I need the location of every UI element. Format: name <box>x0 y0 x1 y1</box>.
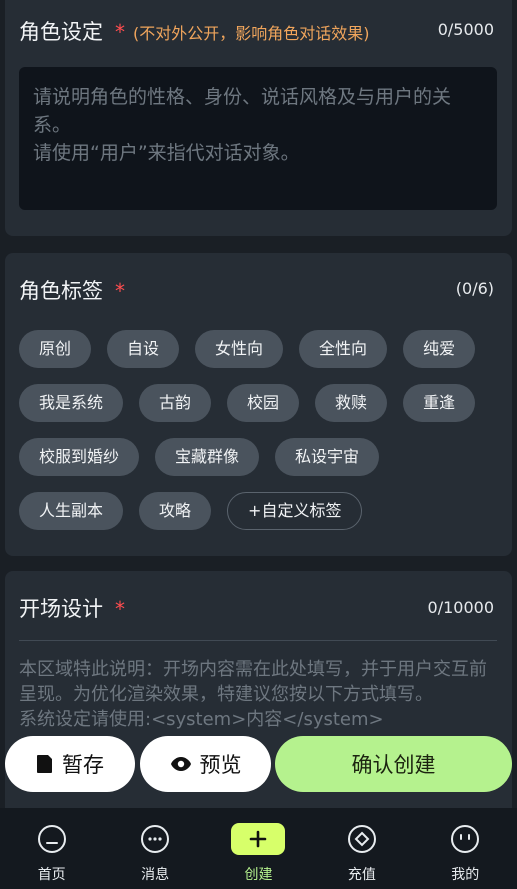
tag-row: 原创 自设 女性向 全性向 纯爱 <box>19 330 504 368</box>
role-tags-card: 角色标签 * (0/6) 原创 自设 女性向 全性向 纯爱 我是系统 古韵 校园 … <box>5 253 512 556</box>
nav-item-recharge[interactable]: 充值 <box>322 808 402 889</box>
required-mark: * <box>115 279 125 303</box>
required-mark: * <box>115 20 125 44</box>
role-setting-card: 角色设定 * (不对外公开，影响角色对话效果) 0/5000 请说明角色的性格、身份… <box>5 0 512 236</box>
opening-title-row: 开场设计 * <box>19 593 125 623</box>
profile-icon <box>450 822 480 856</box>
nav-label: 充值 <box>347 867 376 883</box>
add-custom-tag-button[interactable]: +自定义标签 <box>227 492 363 530</box>
tag-chip[interactable]: 古韵 <box>139 384 212 422</box>
role-setting-title: 角色设定 <box>19 20 103 44</box>
tag-chip[interactable]: 原创 <box>19 330 92 368</box>
tag-chip[interactable]: 女性向 <box>195 330 284 368</box>
opening-card: 开场设计 * 0/10000 本区域特此说明：开场内容需在此处填写，并于用户交互前… <box>5 571 512 831</box>
tag-chip[interactable]: 私设宇宙 <box>275 438 380 476</box>
plus-icon <box>231 822 286 856</box>
role-setting-counter: 0/5000 <box>437 20 494 39</box>
role-tags-title-row: 角色标签 * <box>19 275 125 305</box>
nav-item-profile[interactable]: 我的 <box>425 808 505 889</box>
diamond-icon <box>347 822 377 856</box>
tag-chip[interactable]: 全性向 <box>299 330 388 368</box>
tag-row: 人生副本 攻略 +自定义标签 <box>19 492 504 530</box>
opening-counter: 0/10000 <box>427 598 494 617</box>
tag-row: 校服到婚纱 宝藏群像 私设宇宙 <box>19 438 504 476</box>
tag-chip[interactable]: 重逢 <box>403 384 476 422</box>
tag-list: 原创 自设 女性向 全性向 纯爱 我是系统 古韵 校园 救赎 重逢 校服到婚纱 … <box>19 330 504 546</box>
save-draft-label: 暂存 <box>62 753 104 777</box>
role-tags-title: 角色标签 <box>19 279 103 303</box>
nav-label: 创建 <box>244 867 273 883</box>
nav-label: 首页 <box>37 867 66 883</box>
role-tags-counter: (0/6) <box>455 279 494 298</box>
preview-label: 预览 <box>199 753 242 777</box>
tag-chip[interactable]: 人生副本 <box>19 492 124 530</box>
role-setting-hint: (不对外公开，影响角色对话效果) <box>133 24 370 43</box>
tag-chip[interactable]: 攻略 <box>139 492 212 530</box>
nav-label: 我的 <box>451 867 480 883</box>
tag-chip[interactable]: 我是系统 <box>19 384 124 422</box>
nav-item-create[interactable]: 创建 <box>218 808 298 889</box>
tag-chip[interactable]: 纯爱 <box>403 330 476 368</box>
opening-divider <box>19 640 497 641</box>
tag-chip[interactable]: 救赎 <box>315 384 388 422</box>
eye-icon <box>170 756 192 772</box>
opening-title: 开场设计 <box>19 597 103 621</box>
tag-chip[interactable]: 校服到婚纱 <box>19 438 140 476</box>
tag-chip[interactable]: 宝藏群像 <box>155 438 260 476</box>
nav-item-home[interactable]: 首页 <box>12 808 92 889</box>
nav-item-messages[interactable]: 消息 <box>115 808 195 889</box>
message-icon <box>140 822 170 856</box>
home-icon <box>37 822 67 856</box>
role-setting-title-row: 角色设定 * (不对外公开，影响角色对话效果) <box>19 16 370 46</box>
opening-input[interactable]: 本区域特此说明：开场内容需在此处填写，并于用户交互前呈现。为优化渲染效果，特建议… <box>19 657 499 732</box>
nav-label: 消息 <box>141 867 170 883</box>
tag-chip[interactable]: 自设 <box>107 330 180 368</box>
confirm-create-button[interactable]: 确认创建 <box>275 736 512 792</box>
role-setting-input[interactable]: 请说明角色的性格、身份、说话风格及与用户的关系。 请使用“用户”来指代对话对象。 <box>19 67 497 210</box>
tag-chip[interactable]: 校园 <box>227 384 300 422</box>
bottom-nav: 首页 消息 创建 充值 我的 <box>0 808 517 889</box>
tag-row: 我是系统 古韵 校园 救赎 重逢 <box>19 384 504 422</box>
preview-button[interactable]: 预览 <box>140 736 271 792</box>
required-mark: * <box>115 597 125 621</box>
save-draft-button[interactable]: 暂存 <box>5 736 135 792</box>
file-icon <box>36 754 54 774</box>
